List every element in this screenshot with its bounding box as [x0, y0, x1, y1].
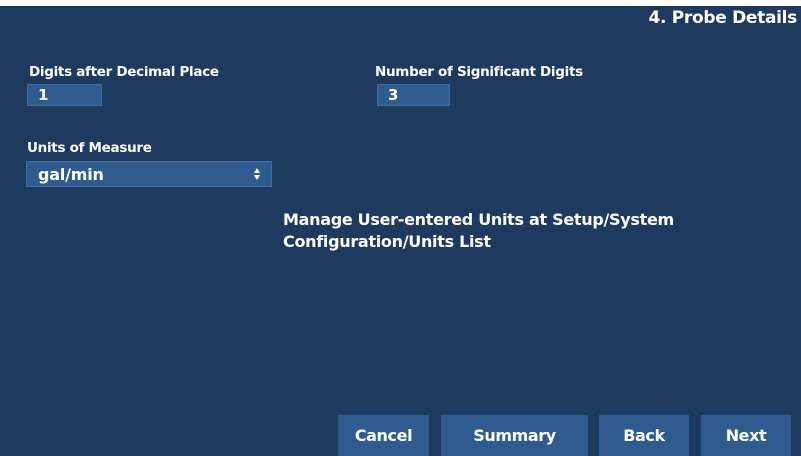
updown-stepper-icon	[249, 161, 265, 187]
summary-button[interactable]: Summary	[441, 415, 588, 456]
significant-digits-input[interactable]	[377, 84, 450, 106]
decimal-places-input[interactable]	[27, 84, 102, 106]
units-info-text: Manage User-entered Units at Setup/Syste…	[283, 210, 674, 251]
wizard-step-title: 4. Probe Details	[648, 8, 797, 28]
top-strip	[0, 0, 801, 6]
units-of-measure-select[interactable]: gal/min	[26, 161, 272, 187]
significant-digits-label: Number of Significant Digits	[375, 64, 583, 80]
decimal-places-label: Digits after Decimal Place	[29, 64, 219, 80]
units-of-measure-label: Units of Measure	[27, 140, 152, 156]
next-button[interactable]: Next	[701, 415, 791, 456]
back-button[interactable]: Back	[599, 415, 689, 456]
units-selected-value: gal/min	[38, 164, 104, 184]
cancel-button[interactable]: Cancel	[338, 415, 429, 456]
